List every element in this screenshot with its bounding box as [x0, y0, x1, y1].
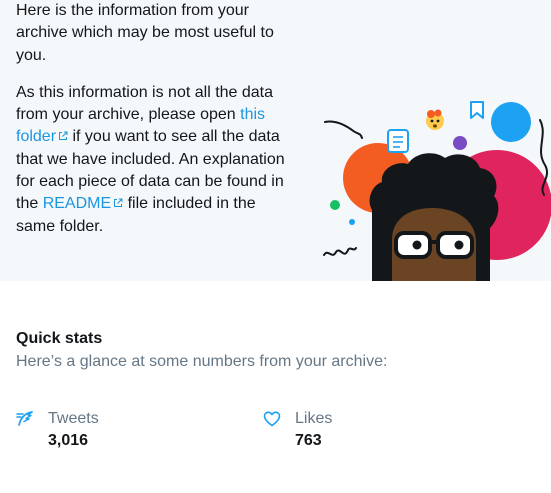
- heart-icon: [263, 411, 281, 427]
- quick-stats-title: Quick stats: [16, 330, 103, 347]
- quick-stats-subtitle: Here’s a glance at some numbers from you…: [16, 353, 388, 370]
- tweets-stat: Tweets 3,016: [16, 410, 99, 450]
- intro-text-part-1: As this information is not all the data …: [16, 83, 274, 124]
- green-dot: [330, 200, 340, 210]
- likes-stat: Likes 763: [263, 410, 332, 450]
- likes-count: 763: [295, 432, 322, 449]
- intro-paragraph-1: Here is the information from your archiv…: [16, 2, 274, 64]
- archive-intro-panel: Here is the information from your archiv…: [0, 0, 551, 281]
- likes-label: Likes: [295, 410, 333, 427]
- readme-link[interactable]: README: [43, 195, 123, 212]
- intro-text: Here is the information from your archiv…: [16, 0, 286, 238]
- document-icon: [387, 129, 409, 153]
- bookmark-icon: [470, 101, 484, 119]
- purple-dot: [453, 136, 467, 150]
- doodle-line: [323, 247, 357, 256]
- external-link-icon: [114, 198, 123, 208]
- tweets-label: Tweets: [48, 410, 99, 427]
- squiggle-line: [324, 120, 363, 139]
- small-blue-dot: [349, 219, 355, 225]
- archive-illustration: [323, 101, 551, 281]
- mind-blown-emoji-icon: [426, 109, 444, 130]
- intro-paragraph-2: As this information is not all the data …: [16, 82, 286, 238]
- person-avatar: [369, 153, 499, 281]
- readme-link-label: README: [42, 195, 112, 213]
- tweets-count: 3,016: [48, 432, 89, 449]
- blue-circle: [491, 102, 531, 142]
- external-link-icon: [59, 131, 68, 141]
- feather-icon: [16, 411, 33, 426]
